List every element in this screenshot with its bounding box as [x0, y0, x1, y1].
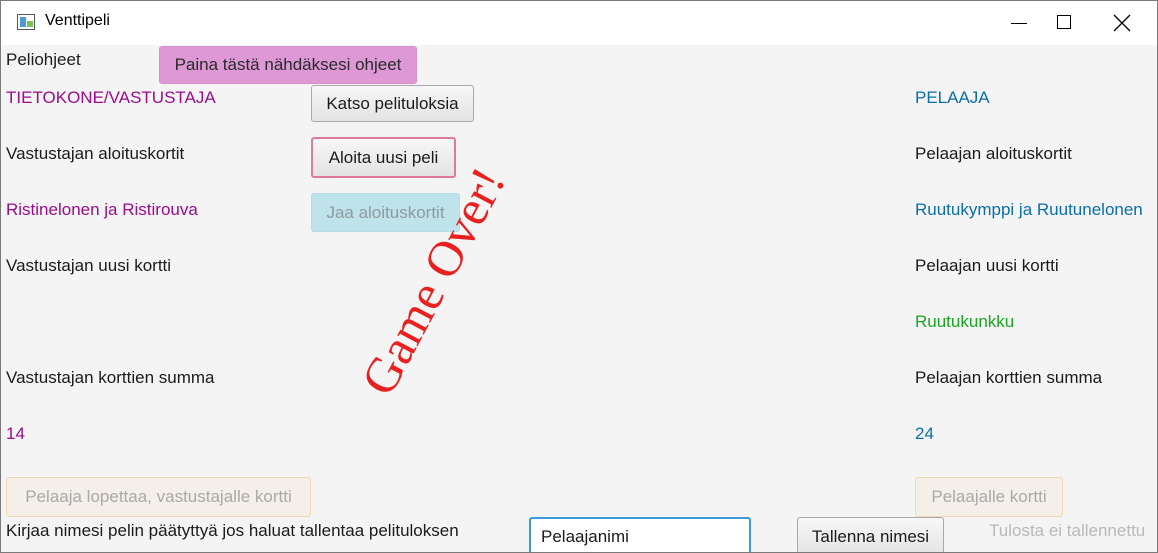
maximize-icon[interactable]: [1041, 1, 1087, 45]
show-instructions-button[interactable]: Paina tästä nähdäksesi ohjeet: [159, 46, 417, 84]
save-status: Tulosta ei tallennettu: [989, 521, 1146, 540]
player-sum-label: Pelaajan korttien summa: [915, 368, 1103, 387]
player-new-card-label: Pelaajan uusi kortti: [915, 256, 1059, 275]
player-sum-value: 24: [915, 424, 934, 443]
app-window: Venttipeli Peliohjeet Paina tästä nähdäk…: [0, 0, 1158, 553]
title-bar: Venttipeli: [1, 1, 1157, 45]
player-name-input[interactable]: [529, 517, 751, 552]
view-results-button[interactable]: Katso pelituloksia: [311, 85, 474, 122]
player-card-button[interactable]: Pelaajalle kortti: [915, 477, 1063, 517]
save-prompt: Kirjaa nimesi pelin päätyttyä jos haluat…: [6, 521, 459, 540]
opponent-start-cards-label: Vastustajan aloituskortit: [6, 144, 185, 163]
app-icon: [17, 14, 35, 30]
minimize-icon[interactable]: [995, 1, 1041, 45]
opponent-sum-label: Vastustajan korttien summa: [6, 368, 215, 387]
new-game-button[interactable]: Aloita uusi peli: [311, 137, 456, 178]
instructions-label: Peliohjeet: [6, 50, 81, 69]
player-stops-button[interactable]: Pelaaja lopettaa, vastustajalle kortti: [6, 477, 311, 517]
opponent-heading: TIETOKONE/VASTUSTAJA: [6, 88, 216, 107]
window-title: Venttipeli: [45, 12, 110, 29]
player-heading: PELAAJA: [915, 88, 990, 107]
opponent-start-cards-value: Ristinelonen ja Ristirouva: [6, 200, 198, 219]
close-icon[interactable]: [1099, 1, 1145, 45]
opponent-new-card-label: Vastustajan uusi kortti: [6, 256, 172, 275]
player-start-cards-label: Pelaajan aloituskortit: [915, 144, 1072, 163]
opponent-sum-value: 14: [6, 424, 25, 443]
save-name-button[interactable]: Tallenna nimesi: [797, 517, 944, 552]
player-start-cards-value: Ruutukymppi ja Ruutunelonen: [915, 200, 1143, 219]
player-new-card-value: Ruutukunkku: [915, 312, 1015, 331]
